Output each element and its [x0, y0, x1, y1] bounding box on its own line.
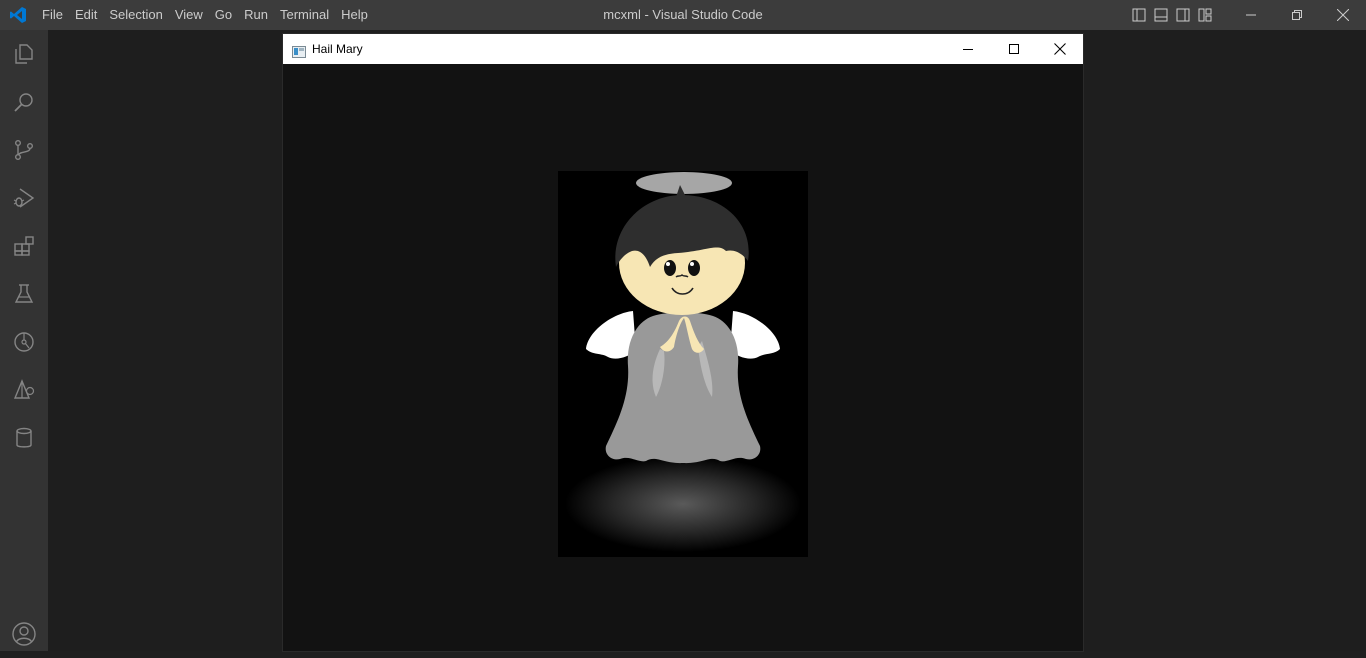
customize-layout-icon[interactable] — [1194, 0, 1216, 30]
timeline-icon[interactable] — [0, 318, 48, 366]
menu-terminal[interactable]: Terminal — [274, 4, 335, 26]
menu-file[interactable]: File — [36, 4, 69, 26]
remote-icon[interactable] — [0, 366, 48, 414]
right-eye — [688, 260, 700, 276]
menu-selection[interactable]: Selection — [103, 4, 168, 26]
minimize-icon[interactable] — [945, 34, 991, 64]
vscode-restore-icon[interactable] — [1274, 0, 1320, 30]
run-debug-icon[interactable] — [0, 174, 48, 222]
app-window-icon — [292, 43, 306, 58]
menu-run[interactable]: Run — [238, 4, 274, 26]
title-bar: File Edit Selection View Go Run Terminal… — [0, 0, 1366, 30]
extensions-icon[interactable] — [0, 222, 48, 270]
testing-icon[interactable] — [0, 270, 48, 318]
activity-bar — [0, 30, 48, 651]
menu-bar: File Edit Selection View Go Run Terminal… — [36, 0, 374, 30]
database-icon[interactable] — [0, 414, 48, 462]
vscode-minimize-icon[interactable] — [1228, 0, 1274, 30]
maximize-icon[interactable] — [991, 34, 1037, 64]
close-icon[interactable] — [1037, 34, 1083, 64]
search-icon[interactable] — [0, 78, 48, 126]
app-title-bar[interactable]: Hail Mary — [283, 34, 1083, 64]
toggle-panel-icon[interactable] — [1150, 0, 1172, 30]
menu-go[interactable]: Go — [209, 4, 238, 26]
menu-view[interactable]: View — [169, 4, 209, 26]
angel-illustration — [565, 172, 801, 552]
menu-help[interactable]: Help — [335, 4, 374, 26]
left-eye — [664, 260, 676, 276]
vscode-close-icon[interactable] — [1320, 0, 1366, 30]
menu-edit[interactable]: Edit — [69, 4, 103, 26]
source-control-icon[interactable] — [0, 126, 48, 174]
ground-glow — [565, 456, 801, 552]
toggle-secondary-sidebar-icon[interactable] — [1172, 0, 1194, 30]
right-eye-shine — [690, 262, 694, 266]
left-eye-shine — [666, 262, 670, 266]
vscode-logo-icon — [0, 0, 36, 30]
explorer-icon[interactable] — [0, 30, 48, 78]
app-title: Hail Mary — [312, 42, 363, 56]
angel-canvas — [558, 171, 808, 557]
halo — [636, 172, 732, 194]
toggle-primary-sidebar-icon[interactable] — [1128, 0, 1150, 30]
hail-mary-window: Hail Mary — [283, 34, 1083, 651]
